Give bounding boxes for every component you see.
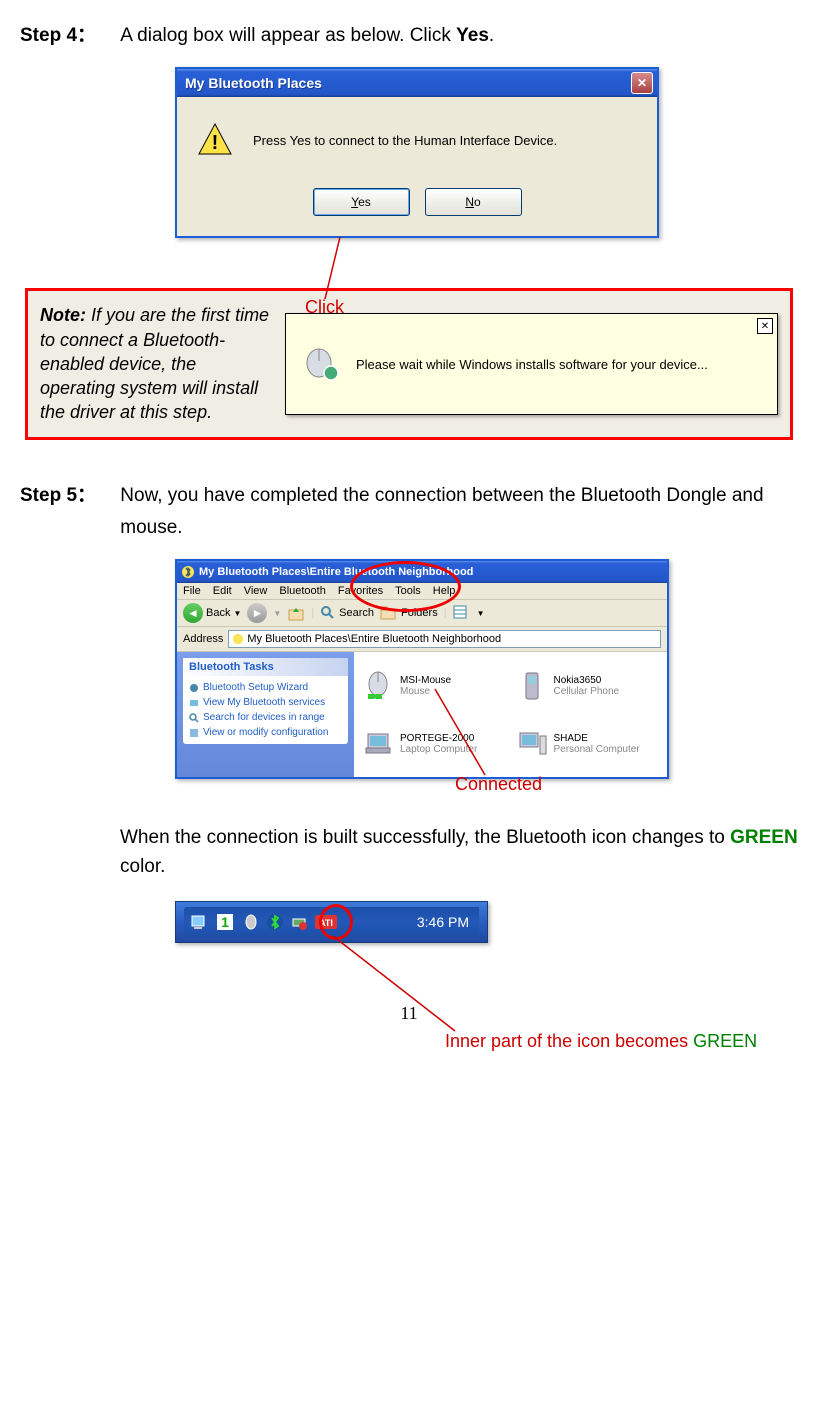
address-field[interactable]: My Bluetooth Places\Entire Bluetooth Nei… (228, 630, 661, 648)
svg-text:ATI: ATI (319, 918, 333, 928)
folders-button[interactable]: Folders (380, 605, 438, 621)
dialog-titlebar: My Bluetooth Places ✕ (177, 69, 657, 97)
back-button[interactable]: ◄ Back ▼ (183, 603, 241, 623)
explorer-title: My Bluetooth Places\Entire Bluetooth Nei… (199, 566, 473, 578)
yes-button[interactable]: Yes (313, 188, 410, 216)
menu-tools[interactable]: Tools (395, 585, 421, 597)
folders-icon (380, 605, 398, 621)
forward-button[interactable]: ► (247, 603, 267, 623)
device-shade[interactable]: SHADEPersonal Computer (516, 718, 660, 770)
menu-edit[interactable]: Edit (213, 585, 232, 597)
dialog-title: My Bluetooth Places (181, 75, 631, 91)
menu-bluetooth[interactable]: Bluetooth (279, 585, 325, 597)
system-tray: 1 ATI 3:46 PM (175, 901, 488, 943)
mouse-icon (362, 670, 394, 702)
step5-label: Step 5： (20, 480, 115, 507)
step4-label: Step 4： (20, 20, 115, 47)
device-nokia[interactable]: Nokia3650Cellular Phone (516, 660, 660, 712)
menu-favorites[interactable]: Favorites (338, 585, 383, 597)
close-button[interactable]: ✕ (631, 72, 653, 94)
tasks-panel: Bluetooth Tasks Bluetooth Setup Wizard V… (177, 652, 354, 777)
mouse-tray-icon[interactable] (242, 913, 260, 931)
balloon-close-button[interactable]: ✕ (757, 318, 773, 334)
desktop-tray-icon[interactable] (190, 913, 208, 931)
device-portege[interactable]: PORTEGE-2000Laptop Computer (362, 718, 506, 770)
page-number: 11 (20, 1003, 798, 1024)
note-text: Note: If you are the first time to conne… (40, 303, 270, 424)
step5-text: Now, you have completed the connection b… (120, 480, 790, 545)
tray-time: 3:46 PM (417, 914, 473, 930)
computer-icon (516, 728, 548, 760)
mouse-install-icon (301, 347, 341, 382)
shield-tray-icon[interactable]: 1 (214, 913, 236, 931)
device-msi-mouse[interactable]: MSI-MouseMouse (362, 660, 506, 712)
explorer-toolbar: ◄ Back ▼ ► ▼ | Search Folders | ▼ (177, 600, 667, 627)
note-box: Note: If you are the first time to conne… (25, 288, 793, 439)
tasks-header: Bluetooth Tasks (183, 658, 348, 676)
step4-line: Step 4： A dialog box will appear as belo… (20, 20, 798, 52)
task-view-services[interactable]: View My Bluetooth services (189, 695, 342, 710)
connected-label: Connected (455, 774, 542, 795)
menu-view[interactable]: View (244, 585, 268, 597)
bluetooth-address-icon (232, 633, 244, 645)
address-bar-row: Address My Bluetooth Places\Entire Bluet… (177, 627, 667, 652)
explorer-menubar: File Edit View Bluetooth Favorites Tools… (177, 583, 667, 600)
ati-tray-icon[interactable]: ATI (314, 913, 338, 931)
connection-result-text: When the connection is built successfull… (120, 824, 798, 881)
search-button[interactable]: Search (320, 605, 374, 621)
tray-green-label: Inner part of the icon becomes GREEN (445, 1031, 757, 1052)
svg-text:!: ! (212, 132, 219, 154)
devices-panel: MSI-MouseMouse Nokia3650Cellular Phone P… (354, 652, 667, 777)
warning-icon: ! (197, 122, 233, 158)
dialog-message: Press Yes to connect to the Human Interf… (253, 133, 557, 148)
task-configuration[interactable]: View or modify configuration (189, 725, 342, 740)
green-word: GREEN (730, 827, 798, 848)
address-label: Address (183, 633, 223, 645)
step5-line: Step 5： Now, you have completed the conn… (20, 480, 798, 545)
menu-file[interactable]: File (183, 585, 201, 597)
explorer-titlebar: My Bluetooth Places\Entire Bluetooth Nei… (177, 561, 667, 583)
balloon-text: Please wait while Windows installs softw… (356, 357, 708, 372)
bluetooth-tray-icon[interactable] (266, 913, 284, 931)
laptop-icon (362, 728, 394, 760)
step4-yes-word: Yes (456, 25, 489, 46)
bluetooth-window-icon (181, 565, 195, 579)
search-icon (320, 605, 336, 621)
explorer-window: My Bluetooth Places\Entire Bluetooth Nei… (175, 559, 669, 779)
install-balloon: Please wait while Windows installs softw… (285, 313, 778, 415)
step4-text: A dialog box will appear as below. Click… (120, 20, 790, 52)
views-button[interactable] (453, 605, 471, 621)
remove-hw-tray-icon[interactable] (290, 913, 308, 931)
svg-text:1: 1 (221, 914, 229, 930)
task-search-devices[interactable]: Search for devices in range (189, 710, 342, 725)
no-button[interactable]: No (425, 188, 522, 216)
bluetooth-dialog: My Bluetooth Places ✕ ! Press Yes to con… (175, 67, 659, 238)
task-setup-wizard[interactable]: Bluetooth Setup Wizard (189, 680, 342, 695)
phone-icon (516, 670, 548, 702)
menu-help[interactable]: Help (433, 585, 456, 597)
up-folder-icon[interactable] (287, 604, 305, 622)
